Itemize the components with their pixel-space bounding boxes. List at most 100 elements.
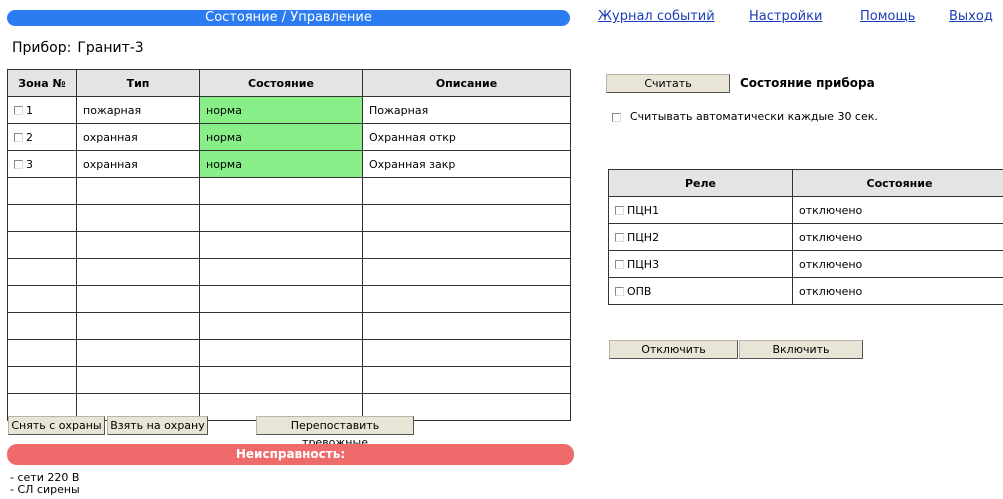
zone-empty-row — [7, 204, 571, 232]
zone-row: 2 охранная норма Охранная откр — [7, 123, 571, 151]
empty-cell — [199, 285, 363, 313]
relay-row: ПЦН1 отключено — [608, 196, 1003, 224]
zone-select-checkbox[interactable] — [14, 160, 23, 169]
relays-col-state: Состояние — [792, 169, 1003, 197]
relay-row: ПЦН2 отключено — [608, 223, 1003, 251]
nav-exit-link[interactable]: Выход — [949, 9, 993, 24]
relay-name-cell[interactable]: ПЦН3 — [608, 250, 793, 278]
read-state-button[interactable]: Считать — [606, 74, 730, 93]
relay-state: отключено — [792, 223, 1003, 251]
empty-cell — [76, 366, 200, 394]
empty-cell — [362, 258, 571, 286]
empty-cell — [362, 231, 571, 259]
zone-row: 3 охранная норма Охранная закр — [7, 150, 571, 178]
auto-read-option[interactable]: Считывать автоматически каждые 30 сек. — [612, 110, 878, 123]
empty-cell — [76, 339, 200, 367]
zone-type: охранная — [76, 150, 200, 178]
zones-col-number: Зона № — [7, 69, 77, 97]
zone-description: Охранная откр — [362, 123, 571, 151]
empty-cell — [199, 312, 363, 340]
relay-name-cell[interactable]: ОПВ — [608, 277, 793, 305]
zone-empty-row — [7, 366, 571, 394]
arm-button[interactable]: Взять на охрану — [107, 416, 208, 435]
relay-select-checkbox[interactable] — [615, 260, 624, 269]
zone-number-cell[interactable]: 3 — [7, 150, 77, 178]
zone-state: норма — [199, 96, 363, 124]
empty-cell — [199, 366, 363, 394]
empty-cell — [362, 312, 571, 340]
relay-name: ОПВ — [627, 284, 652, 298]
nav-settings-link[interactable]: Настройки — [749, 9, 822, 24]
zone-state: норма — [199, 123, 363, 151]
zone-state: норма — [199, 150, 363, 178]
relay-name: ПЦН1 — [627, 203, 660, 217]
empty-cell — [7, 339, 77, 367]
relay-select-checkbox[interactable] — [615, 287, 624, 296]
zone-empty-row — [7, 231, 571, 259]
nav-event-log-link[interactable]: Журнал событий — [598, 9, 715, 24]
relays-table: Реле Состояние ПЦН1 отключено ПЦН2 отключен… — [608, 169, 1003, 305]
empty-cell — [76, 231, 200, 259]
empty-cell — [7, 312, 77, 340]
empty-cell — [199, 231, 363, 259]
reset-alarms-button[interactable]: Перепоставить тревожные — [256, 416, 414, 449]
empty-cell — [362, 366, 571, 394]
zone-empty-row — [7, 339, 571, 367]
device-name: Гранит-3 — [77, 40, 144, 56]
zone-number-cell[interactable]: 2 — [7, 123, 77, 151]
zone-empty-row — [7, 258, 571, 286]
relay-name: ПЦН3 — [627, 257, 660, 271]
empty-cell — [76, 312, 200, 340]
page-title-bar: Состояние / Управление — [7, 10, 570, 26]
device-state-title: Состояние прибора — [740, 76, 875, 90]
empty-cell — [362, 285, 571, 313]
empty-cell — [76, 285, 200, 313]
zone-number: 1 — [26, 103, 33, 117]
empty-cell — [7, 258, 77, 286]
relay-row: ОПВ отключено — [608, 277, 1003, 305]
zones-col-type: Тип — [76, 69, 200, 97]
fault-item: - СЛ сирены — [10, 483, 80, 496]
zone-number: 3 — [26, 157, 33, 171]
empty-cell — [362, 177, 571, 205]
empty-cell — [7, 231, 77, 259]
empty-cell — [199, 204, 363, 232]
auto-read-checkbox[interactable] — [612, 112, 621, 122]
relay-select-checkbox[interactable] — [615, 233, 624, 242]
device-line: Прибор: Гранит-3 — [12, 40, 144, 56]
zone-select-checkbox[interactable] — [14, 106, 23, 115]
fault-banner: Неисправность: — [7, 444, 574, 465]
zone-select-checkbox[interactable] — [14, 133, 23, 142]
empty-cell — [199, 339, 363, 367]
relay-state: отключено — [792, 196, 1003, 224]
device-label: Прибор: — [12, 40, 72, 56]
relay-name-cell[interactable]: ПЦН2 — [608, 223, 793, 251]
zone-empty-row — [7, 285, 571, 313]
empty-cell — [199, 258, 363, 286]
disarm-button[interactable]: Снять с охраны — [8, 416, 105, 435]
relays-header-row: Реле Состояние — [608, 169, 1003, 197]
relay-name-cell[interactable]: ПЦН1 — [608, 196, 793, 224]
zones-col-state: Состояние — [199, 69, 363, 97]
zone-empty-row — [7, 312, 571, 340]
relay-on-button[interactable]: Включить — [739, 340, 863, 359]
zone-row: 1 пожарная норма Пожарная — [7, 96, 571, 124]
fault-list: - сети 220 В - СЛ сирены — [10, 472, 80, 496]
relay-off-button[interactable]: Отключить — [609, 340, 738, 359]
zones-table: Зона № Тип Состояние Описание 1 пожарная н… — [7, 69, 571, 421]
zone-empty-row — [7, 177, 571, 205]
zone-description: Охранная закр — [362, 150, 571, 178]
zone-type: пожарная — [76, 96, 200, 124]
relays-col-relay: Реле — [608, 169, 793, 197]
relay-select-checkbox[interactable] — [615, 206, 624, 215]
empty-cell — [7, 366, 77, 394]
nav-help-link[interactable]: Помощь — [860, 9, 915, 24]
relay-state: отключено — [792, 250, 1003, 278]
relay-name: ПЦН2 — [627, 230, 660, 244]
empty-cell — [76, 204, 200, 232]
zone-number-cell[interactable]: 1 — [7, 96, 77, 124]
empty-cell — [362, 204, 571, 232]
zone-description: Пожарная — [362, 96, 571, 124]
zone-type: охранная — [76, 123, 200, 151]
empty-cell — [76, 258, 200, 286]
